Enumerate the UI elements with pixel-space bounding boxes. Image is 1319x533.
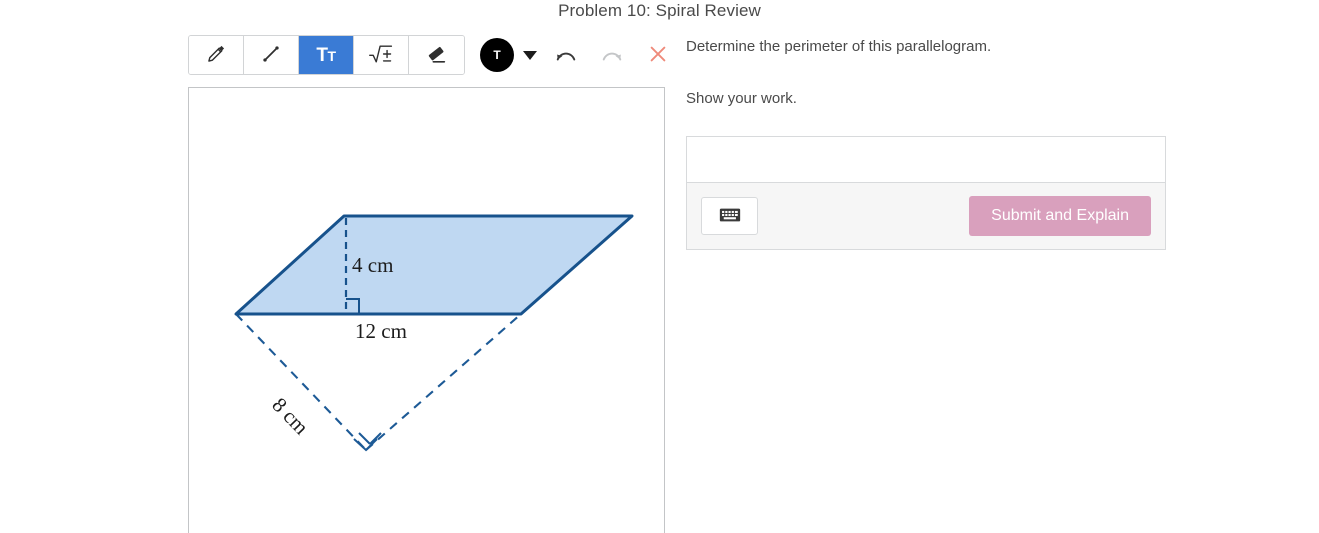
right-angle-mark-bottom: [353, 432, 382, 452]
keyboard-button[interactable]: [701, 197, 758, 235]
pencil-tool-button[interactable]: [189, 36, 244, 74]
tool-button-group: TT: [188, 35, 465, 75]
clear-canvas-button[interactable]: [641, 38, 675, 72]
base-label: 12 cm: [355, 319, 407, 343]
eraser-icon: [426, 43, 448, 68]
keyboard-icon: [719, 207, 741, 226]
eraser-tool-button[interactable]: [409, 36, 464, 74]
submit-and-explain-button[interactable]: Submit and Explain: [969, 196, 1151, 236]
answer-footer: Submit and Explain: [687, 183, 1165, 249]
math-tool-button[interactable]: [354, 36, 409, 74]
show-work-instruction: Show your work.: [686, 90, 797, 107]
redo-button[interactable]: [595, 38, 629, 72]
parallelogram-figure: 4 cm 12 cm 8 cm: [234, 214, 634, 452]
parallelogram-shape: [234, 214, 634, 316]
redo-icon: [600, 44, 624, 67]
color-swatch-letter: T: [493, 48, 501, 62]
question-prompt: Determine the perimeter of this parallel…: [686, 38, 992, 55]
height-label: 4 cm: [352, 253, 393, 277]
text-tool-button[interactable]: TT: [299, 36, 354, 74]
math-symbol-icon: [368, 43, 394, 68]
pencil-icon: [206, 44, 226, 67]
problem-page: Problem 10: Spiral Review TT T 4 cm 12 c…: [0, 0, 1319, 533]
question-panel: Determine the perimeter of this parallel…: [686, 36, 1168, 250]
drawing-toolbar: TT T: [188, 35, 675, 75]
line-tool-button[interactable]: [244, 36, 299, 74]
color-swatch-button[interactable]: T: [480, 38, 514, 72]
drawing-canvas[interactable]: 4 cm 12 cm 8 cm: [188, 87, 665, 533]
side-label: 8 cm: [267, 393, 313, 439]
text-icon: TT: [316, 44, 336, 66]
chevron-down-icon[interactable]: [523, 50, 537, 60]
undo-icon: [554, 44, 578, 67]
close-icon: [647, 43, 669, 68]
undo-button[interactable]: [549, 38, 583, 72]
answer-box: Submit and Explain: [686, 136, 1166, 250]
page-title: Problem 10: Spiral Review: [558, 1, 761, 20]
answer-input[interactable]: [687, 137, 1165, 183]
line-icon: [261, 44, 281, 67]
